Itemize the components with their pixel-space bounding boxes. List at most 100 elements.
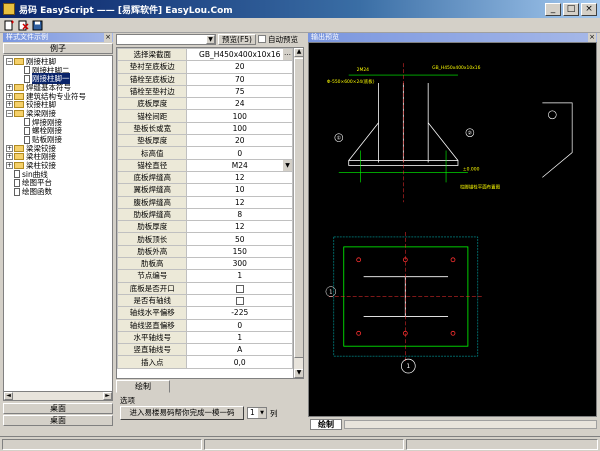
param-checkbox-cell[interactable] bbox=[186, 293, 293, 308]
minimize-button[interactable]: _ bbox=[545, 2, 561, 16]
save-button[interactable] bbox=[31, 19, 44, 31]
scroll-right-icon[interactable]: ► bbox=[103, 392, 112, 400]
param-value[interactable]: 100 bbox=[186, 109, 293, 123]
param-checkbox[interactable] bbox=[235, 297, 244, 306]
desktop-tab-2[interactable]: 桌面 bbox=[3, 415, 113, 426]
tree-item[interactable]: + 梁梁铰接 bbox=[6, 144, 112, 153]
chevron-down-icon[interactable]: ▼ bbox=[258, 408, 266, 418]
grid-vertical-scrollbar[interactable]: ▲ ▼ bbox=[293, 48, 303, 378]
template-combo[interactable]: ▼ bbox=[116, 33, 216, 45]
preview-panel-close-button[interactable]: × bbox=[588, 33, 596, 42]
maximize-button[interactable]: □ bbox=[563, 2, 579, 16]
preview-tab-draw[interactable]: 绘制 bbox=[310, 419, 342, 430]
columns-spinner[interactable]: 1 ▼ bbox=[247, 407, 267, 419]
parameter-panel: ▼ 预览(F5) 自动预览 选择梁截面GB_H450x400x10x16垫衬至底… bbox=[116, 33, 304, 433]
param-value[interactable]: 12 bbox=[186, 220, 293, 234]
folder-icon bbox=[14, 101, 24, 109]
param-name: 是否有轴线 bbox=[117, 293, 188, 308]
expand-icon[interactable]: + bbox=[6, 83, 13, 91]
param-value[interactable]: 50 bbox=[186, 232, 293, 246]
folder-icon bbox=[14, 144, 24, 152]
tree-item[interactable]: 绘图函数 bbox=[6, 187, 112, 196]
preview-panel-header: 输出预览 × bbox=[308, 33, 597, 42]
param-name: 水平轴线号 bbox=[117, 330, 188, 345]
document-icon bbox=[24, 118, 30, 127]
param-value[interactable]: GB_H450x400x10x16 bbox=[186, 48, 293, 62]
enter-easylou-button[interactable]: 进入易楼易码帮你完成一模一码 bbox=[120, 406, 244, 420]
param-value[interactable]: 10 bbox=[186, 183, 293, 197]
param-name: 腹板焊缝高 bbox=[117, 195, 188, 209]
title-bar: 易码 EasyScript —— [易辉软件] EasyLou.Com _ □ … bbox=[0, 0, 600, 18]
auto-preview-label: 自动预览 bbox=[268, 34, 298, 44]
tree-item[interactable]: + 铰接柱脚 bbox=[6, 100, 112, 109]
param-value[interactable]: 8 bbox=[186, 207, 293, 222]
cad-drawing: 2M24 Φ-550×600×24(底板) GB_H450x400x10x16 … bbox=[325, 63, 573, 374]
param-checkbox[interactable] bbox=[235, 284, 244, 293]
status-cell-1 bbox=[2, 439, 202, 450]
table-row: 插入点 0,0 bbox=[117, 355, 293, 369]
tree-horizontal-scrollbar[interactable]: ◄ ► bbox=[3, 392, 113, 401]
param-value[interactable]: 20 bbox=[186, 60, 293, 74]
tree-item[interactable]: 贴板刚接 bbox=[6, 135, 112, 144]
delete-button[interactable] bbox=[17, 19, 30, 31]
auto-preview-checkbox[interactable] bbox=[258, 35, 266, 43]
param-value[interactable]: 75 bbox=[186, 84, 293, 99]
param-value[interactable]: 1 bbox=[186, 269, 293, 283]
param-value[interactable]: 12 bbox=[186, 195, 293, 209]
expand-icon[interactable]: + bbox=[6, 162, 13, 170]
preview-canvas[interactable]: 2M24 Φ-550×600×24(底板) GB_H450x400x10x16 … bbox=[308, 42, 597, 417]
expand-icon[interactable]: + bbox=[6, 153, 13, 161]
document-icon bbox=[14, 187, 20, 196]
chevron-down-icon[interactable]: ▼ bbox=[206, 34, 215, 44]
scroll-up-icon[interactable]: ▲ bbox=[294, 48, 303, 57]
sample-tree[interactable]: − 刚接柱脚 刚接柱脚二 刚接柱脚一 + 焊缝基本符号 + 建筑结构专业符号 + 铰接柱脚 − 梁梁刚… bbox=[3, 55, 113, 392]
folder-icon bbox=[14, 57, 24, 65]
param-value[interactable]: 300 bbox=[186, 257, 293, 271]
scroll-left-icon[interactable]: ◄ bbox=[4, 392, 13, 400]
scroll-down-icon[interactable]: ▼ bbox=[294, 369, 303, 378]
plan-bolt-6 bbox=[450, 330, 456, 336]
examples-button[interactable]: 例子 bbox=[3, 43, 113, 54]
param-value[interactable]: 100 bbox=[186, 121, 293, 136]
param-value[interactable]: 150 bbox=[186, 244, 293, 259]
tree-item[interactable]: + 建筑结构专业符号 bbox=[6, 92, 112, 101]
tree-item[interactable]: + 梁柱刚接 bbox=[6, 152, 112, 161]
param-value[interactable]: 1 bbox=[186, 330, 293, 345]
status-bar bbox=[0, 436, 600, 451]
param-value[interactable]: 0,0 bbox=[186, 355, 293, 369]
stiffener-left bbox=[348, 122, 379, 161]
param-value[interactable]: A bbox=[186, 343, 293, 357]
param-name: 翼板焊缝高 bbox=[117, 183, 188, 197]
table-row: 腹板焊缝高 12 bbox=[117, 195, 293, 209]
expand-icon[interactable]: + bbox=[6, 144, 13, 152]
param-value[interactable]: 20 bbox=[186, 134, 293, 148]
param-value[interactable]: -225 bbox=[186, 306, 293, 320]
param-name: 选择梁截面 bbox=[117, 48, 188, 62]
preview-horizontal-scrollbar[interactable] bbox=[344, 420, 597, 429]
folder-icon bbox=[14, 153, 24, 161]
new-file-button[interactable] bbox=[3, 19, 16, 31]
param-name: 锚栓直径 bbox=[117, 158, 188, 172]
collapse-icon[interactable]: − bbox=[6, 109, 13, 117]
collapse-icon[interactable]: − bbox=[6, 57, 13, 65]
param-value[interactable]: 24 bbox=[186, 97, 293, 111]
desktop-tab-1[interactable]: 桌面 bbox=[3, 403, 113, 414]
tab-draw[interactable]: 绘制 bbox=[116, 380, 170, 393]
scrollbar-thumb[interactable] bbox=[294, 58, 303, 358]
expand-icon[interactable]: + bbox=[6, 101, 13, 109]
table-row: 垫板长或宽 100 bbox=[117, 121, 293, 136]
param-value[interactable]: 12 bbox=[186, 170, 293, 185]
folder-icon bbox=[14, 109, 24, 117]
sample-panel-close-button[interactable]: × bbox=[104, 33, 112, 42]
param-checkbox-cell[interactable] bbox=[186, 281, 293, 295]
close-button[interactable]: × bbox=[581, 2, 597, 16]
param-name: 锚栓间距 bbox=[117, 109, 188, 123]
preview-button[interactable]: 预览(F5) bbox=[218, 33, 256, 45]
param-value[interactable]: 70 bbox=[186, 72, 293, 86]
expand-icon[interactable]: + bbox=[6, 92, 13, 100]
param-value[interactable]: 0 bbox=[186, 318, 293, 332]
tree-spacer bbox=[16, 136, 23, 144]
param-value[interactable]: 0 bbox=[186, 146, 293, 160]
param-value[interactable]: M24 bbox=[186, 158, 293, 172]
node-number-text: 1 bbox=[406, 363, 410, 370]
